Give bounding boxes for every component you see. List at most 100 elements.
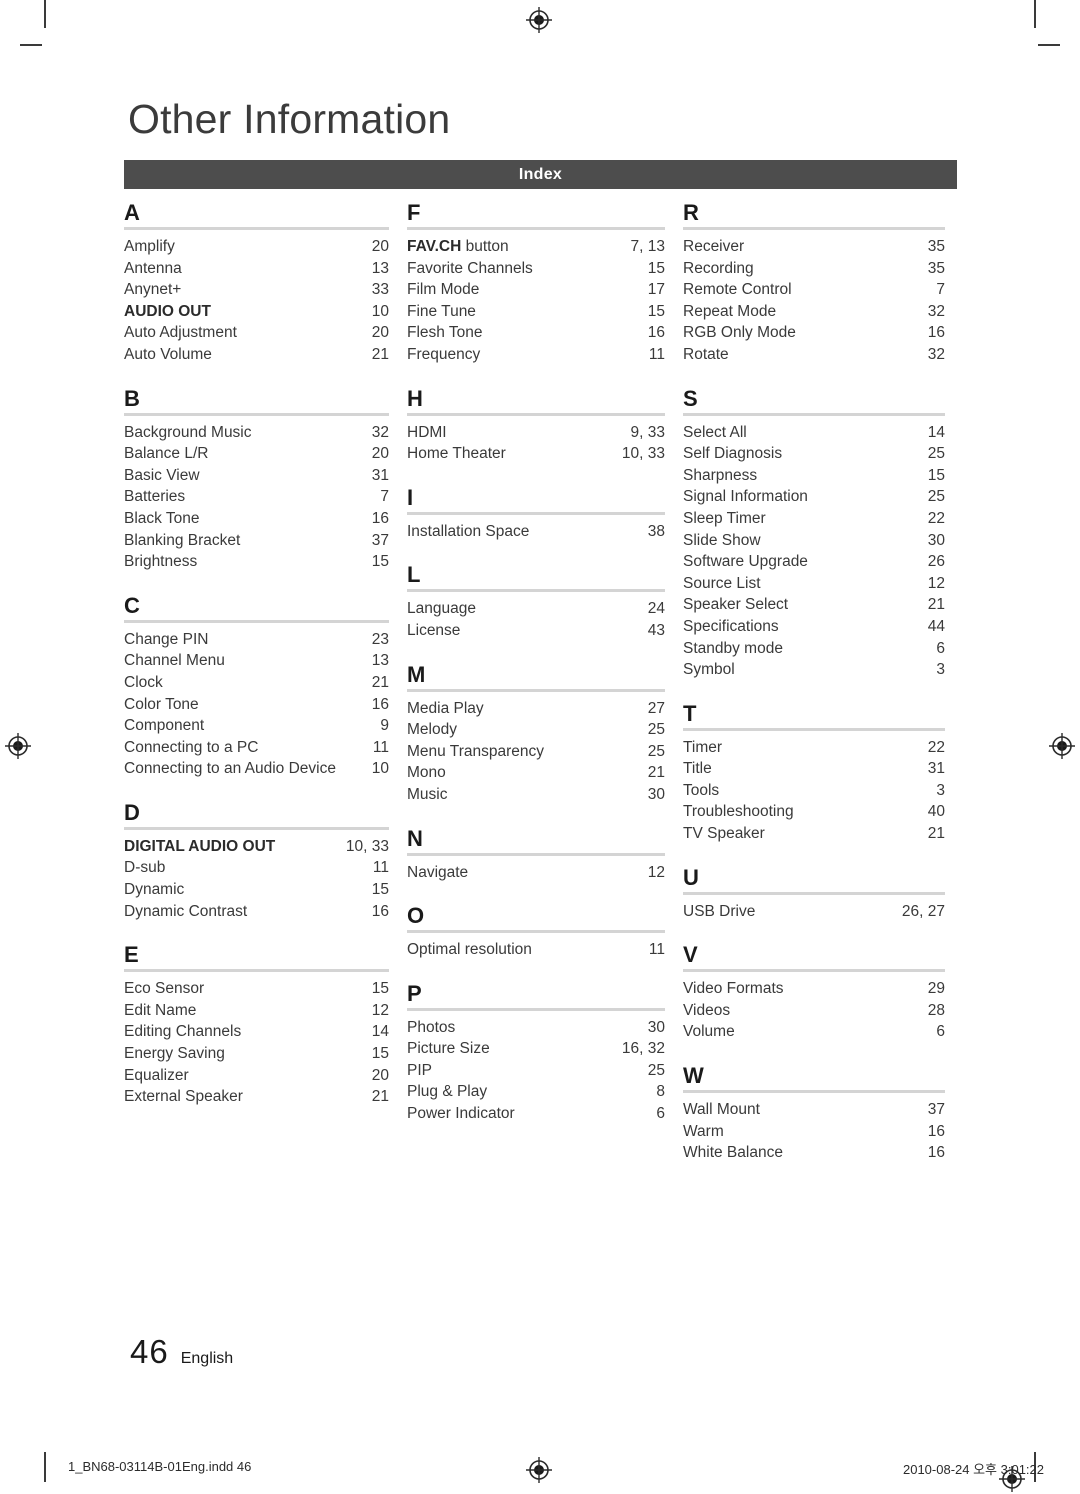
index-entry[interactable]: Energy Saving 15: [124, 1043, 389, 1065]
index-entry[interactable]: Basic View 31: [124, 465, 389, 487]
index-entry[interactable]: Background Music 32: [124, 422, 389, 444]
index-entry[interactable]: Installation Space 38: [407, 521, 665, 543]
index-entry[interactable]: Auto Volume 21: [124, 344, 389, 366]
index-entry[interactable]: Language 24: [407, 598, 665, 620]
index-entry[interactable]: Title 31: [683, 758, 945, 780]
index-entry[interactable]: RGB Only Mode 16: [683, 322, 945, 344]
index-group-rule: [124, 619, 389, 623]
index-entry[interactable]: Volume 6: [683, 1021, 945, 1043]
index-entry[interactable]: Repeat Mode 32: [683, 301, 945, 323]
index-entry[interactable]: Optimal resolution 11: [407, 939, 665, 961]
index-entry-page-number: 38: [647, 522, 665, 540]
index-entry[interactable]: Timer 22: [683, 737, 945, 759]
index-entry[interactable]: Channel Menu 13: [124, 650, 389, 672]
index-entry[interactable]: Plug & Play 8: [407, 1081, 665, 1103]
index-entry[interactable]: Troubleshooting 40: [683, 801, 945, 823]
index-entry[interactable]: Source List 12: [683, 573, 945, 595]
index-entry-page-number: 21: [927, 596, 945, 614]
index-entry[interactable]: Menu Transparency 25: [407, 741, 665, 763]
index-entry[interactable]: USB Drive 26, 27: [683, 901, 945, 923]
index-entry-term: Channel Menu: [124, 652, 225, 670]
index-entry[interactable]: License 43: [407, 620, 665, 642]
index-entry-term: Language: [407, 600, 476, 618]
index-entry[interactable]: DIGITAL AUDIO OUT 10, 33: [124, 836, 389, 858]
index-entry[interactable]: Fine Tune 15: [407, 301, 665, 323]
index-group-rule: [407, 227, 665, 230]
index-entry[interactable]: Picture Size 16, 32: [407, 1038, 665, 1060]
index-entry[interactable]: Standby mode 6: [683, 638, 945, 660]
index-entry-page-number: 15: [371, 881, 389, 899]
index-entry[interactable]: Component 9: [124, 715, 389, 737]
index-entry[interactable]: Recording 35: [683, 258, 945, 280]
index-entry[interactable]: Speaker Select 21: [683, 594, 945, 616]
index-entry[interactable]: White Balance 16: [683, 1142, 945, 1164]
index-entry[interactable]: External Speaker 21: [124, 1086, 389, 1108]
index-entry[interactable]: Slide Show 30: [683, 530, 945, 552]
index-entry[interactable]: Warm 16: [683, 1121, 945, 1143]
index-entry[interactable]: Power Indicator 6: [407, 1103, 665, 1125]
index-entry[interactable]: Blanking Bracket 37: [124, 530, 389, 552]
index-entry[interactable]: Connecting to a PC 11: [124, 737, 389, 759]
index-entry-term: TV Speaker: [683, 825, 765, 843]
index-entry[interactable]: Select All 14: [683, 422, 945, 444]
index-entry[interactable]: Brightness 15: [124, 551, 389, 573]
index-entry[interactable]: Flesh Tone 16: [407, 322, 665, 344]
index-entry[interactable]: TV Speaker 21: [683, 823, 945, 845]
index-entry-page-number: 25: [647, 742, 665, 760]
index-entry[interactable]: Video Formats 29: [683, 978, 945, 1000]
index-entry[interactable]: Home Theater 10, 33: [407, 443, 665, 465]
index-entry[interactable]: Sleep Timer 22: [683, 508, 945, 530]
index-entry[interactable]: Film Mode 17: [407, 279, 665, 301]
index-entry[interactable]: Frequency 11: [407, 344, 665, 366]
index-entry[interactable]: Dynamic 15: [124, 879, 389, 901]
index-entry[interactable]: Rotate 32: [683, 344, 945, 366]
index-entry-page-number: 17: [647, 281, 665, 299]
index-entry[interactable]: Equalizer 20: [124, 1065, 389, 1087]
index-entry[interactable]: D-sub 11: [124, 857, 389, 879]
index-entry[interactable]: AUDIO OUT 10: [124, 301, 389, 323]
index-entry[interactable]: Eco Sensor 15: [124, 978, 389, 1000]
index-entry[interactable]: Receiver 35: [683, 236, 945, 258]
index-entry[interactable]: Color Tone 16: [124, 694, 389, 716]
index-group-letter: E: [124, 942, 139, 968]
index-entry[interactable]: Signal Information 25: [683, 486, 945, 508]
index-entry[interactable]: Editing Channels 14: [124, 1021, 389, 1043]
index-entry[interactable]: Melody 25: [407, 719, 665, 741]
index-entry[interactable]: Remote Control 7: [683, 279, 945, 301]
index-entry[interactable]: FAV.CH button 7, 13: [407, 236, 665, 258]
index-entry[interactable]: Wall Mount 37: [683, 1099, 945, 1121]
index-entry[interactable]: Balance L/R 20: [124, 443, 389, 465]
index-entry[interactable]: Favorite Channels 15: [407, 258, 665, 280]
index-entry[interactable]: Photos 30: [407, 1017, 665, 1039]
index-entry[interactable]: Black Tone 16: [124, 508, 389, 530]
index-entry[interactable]: HDMI 9, 33: [407, 422, 665, 444]
index-entry[interactable]: Software Upgrade 26: [683, 551, 945, 573]
index-entry[interactable]: Media Play 27: [407, 698, 665, 720]
index-entry[interactable]: PIP 25: [407, 1060, 665, 1082]
index-entry[interactable]: Videos 28: [683, 1000, 945, 1022]
index-entry-term: Energy Saving: [124, 1045, 225, 1063]
index-entry[interactable]: Tools 3: [683, 780, 945, 802]
index-entry[interactable]: Mono 21: [407, 762, 665, 784]
index-entry[interactable]: Self Diagnosis 25: [683, 443, 945, 465]
index-entry-term: Navigate: [407, 863, 469, 881]
index-entry-page-number: 25: [927, 488, 945, 506]
index-entry-term: Edit Name: [124, 1001, 197, 1019]
index-entry[interactable]: Specifications 44: [683, 616, 945, 638]
index-entry[interactable]: Clock 21: [124, 672, 389, 694]
index-entry[interactable]: Dynamic Contrast 16: [124, 901, 389, 923]
index-entry[interactable]: Symbol 3: [683, 659, 945, 681]
index-entry[interactable]: Auto Adjustment 20: [124, 322, 389, 344]
index-entry[interactable]: Navigate 12: [407, 862, 665, 884]
index-entry[interactable]: Sharpness 15: [683, 465, 945, 487]
index-entry-term: Recording: [683, 259, 754, 277]
index-entry[interactable]: Batteries 7: [124, 486, 389, 508]
index-entry[interactable]: Change PIN 23: [124, 629, 389, 651]
index-entry[interactable]: Amplify 20: [124, 236, 389, 258]
index-entry[interactable]: Anynet+ 33: [124, 279, 389, 301]
index-entry[interactable]: Antenna 13: [124, 258, 389, 280]
index-group-letter: D: [124, 799, 140, 825]
index-entry[interactable]: Edit Name 12: [124, 1000, 389, 1022]
index-entry[interactable]: Connecting to an Audio Device 10: [124, 758, 389, 780]
index-entry[interactable]: Music 30: [407, 784, 665, 806]
